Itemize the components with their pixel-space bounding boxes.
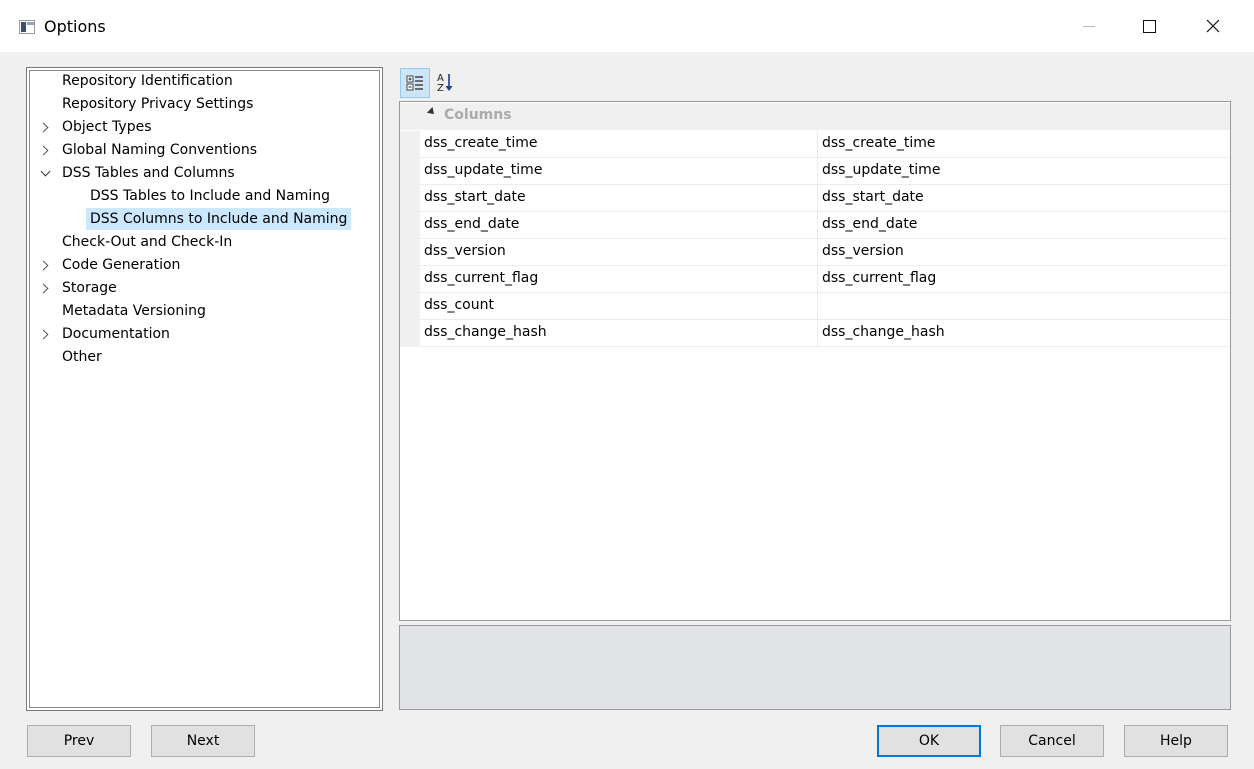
property-value[interactable]: dss_update_time <box>822 162 940 178</box>
property-name: dss_start_date <box>424 189 526 205</box>
tree-item-documentation[interactable]: Documentation <box>38 323 339 345</box>
app-icon <box>19 20 35 34</box>
tree-item-label: Object Types <box>62 119 152 135</box>
property-value[interactable]: dss_current_flag <box>822 270 936 286</box>
chevron-right-icon[interactable] <box>38 139 51 161</box>
next-button[interactable]: Next <box>151 725 255 757</box>
maximize-icon <box>1142 19 1156 33</box>
tree-item-label: Repository Privacy Settings <box>62 96 254 112</box>
categorized-view-icon <box>406 75 423 91</box>
tree-item-label: Storage <box>62 280 117 296</box>
property-row[interactable]: dss_count <box>400 293 1230 320</box>
title-bar: Options <box>0 0 1254 52</box>
property-name: dss_change_hash <box>424 324 547 340</box>
property-row[interactable]: dss_update_time dss_update_time <box>400 158 1230 185</box>
property-row[interactable]: dss_create_time dss_create_time <box>400 131 1230 158</box>
options-tree[interactable]: Repository Identification Repository Pri… <box>26 67 383 711</box>
property-description-panel <box>399 625 1231 710</box>
tree-item-label: Repository Identification <box>62 73 233 89</box>
cancel-button[interactable]: Cancel <box>1000 725 1104 757</box>
property-name: dss_current_flag <box>424 270 539 286</box>
sort-alphabetical-icon: A Z <box>437 73 453 94</box>
tree-item-object-types[interactable]: Object Types <box>38 116 339 138</box>
property-row[interactable]: dss_start_date dss_start_date <box>400 185 1230 212</box>
property-value[interactable]: dss_version <box>822 243 904 259</box>
tree-item-dss-tables-and-columns[interactable]: DSS Tables and Columns <box>39 162 339 184</box>
property-value[interactable]: dss_create_time <box>822 135 936 151</box>
tree-item-code-generation[interactable]: Code Generation <box>38 254 339 276</box>
chevron-right-icon[interactable] <box>38 116 51 138</box>
property-name: dss_count <box>424 297 494 313</box>
ok-button[interactable]: OK <box>877 725 981 757</box>
tree-item-label: Other <box>62 349 102 365</box>
chevron-right-icon[interactable] <box>38 277 51 299</box>
tree-item-label: DSS Columns to Include and Naming <box>86 208 352 230</box>
property-row[interactable]: dss_end_date dss_end_date <box>400 212 1230 239</box>
property-grid[interactable]: Columns dss_create_time dss_create_time … <box>399 101 1231 621</box>
property-value[interactable]: dss_start_date <box>822 189 924 205</box>
tree-item-global-naming-conventions[interactable]: Global Naming Conventions <box>38 139 339 161</box>
collapse-triangle-icon[interactable] <box>426 107 437 117</box>
category-row-columns[interactable]: Columns <box>400 103 1230 130</box>
tree-item-label: DSS Tables and Columns <box>62 165 235 181</box>
tree-item-label: DSS Tables to Include and Naming <box>90 188 330 204</box>
property-value[interactable]: dss_change_hash <box>822 324 945 340</box>
property-name: dss_end_date <box>424 216 520 232</box>
tree-item-label: Metadata Versioning <box>62 303 206 319</box>
tree-item-label: Code Generation <box>62 257 181 273</box>
close-icon <box>1206 19 1220 33</box>
property-row[interactable]: dss_current_flag dss_current_flag <box>400 266 1230 293</box>
property-row[interactable]: dss_version dss_version <box>400 239 1230 266</box>
svg-text:Z: Z <box>437 83 444 94</box>
chevron-right-icon[interactable] <box>38 254 51 276</box>
chevron-right-icon[interactable] <box>38 323 51 345</box>
maximize-button[interactable] <box>1126 0 1172 52</box>
category-label: Columns <box>444 107 512 123</box>
property-name: dss_create_time <box>424 135 538 151</box>
property-name: dss_version <box>424 243 506 259</box>
tree-item-label: Documentation <box>62 326 170 342</box>
tree-item-label: Global Naming Conventions <box>62 142 257 158</box>
tree-item-label: Check-Out and Check-In <box>62 234 233 250</box>
sort-alphabetical-button[interactable]: A Z <box>434 68 464 98</box>
property-name: dss_update_time <box>424 162 543 178</box>
help-button[interactable]: Help <box>1124 725 1228 757</box>
categorized-view-button[interactable] <box>400 68 430 98</box>
window-title: Options <box>44 17 106 36</box>
prev-button[interactable]: Prev <box>27 725 131 757</box>
chevron-down-icon[interactable] <box>39 162 51 184</box>
property-value[interactable]: dss_end_date <box>822 216 917 232</box>
minimize-icon <box>1083 25 1095 27</box>
minimize-button[interactable] <box>1066 0 1112 52</box>
tree-item-storage[interactable]: Storage <box>38 277 339 299</box>
close-button[interactable] <box>1190 0 1236 52</box>
property-row[interactable]: dss_change_hash dss_change_hash <box>400 320 1230 347</box>
